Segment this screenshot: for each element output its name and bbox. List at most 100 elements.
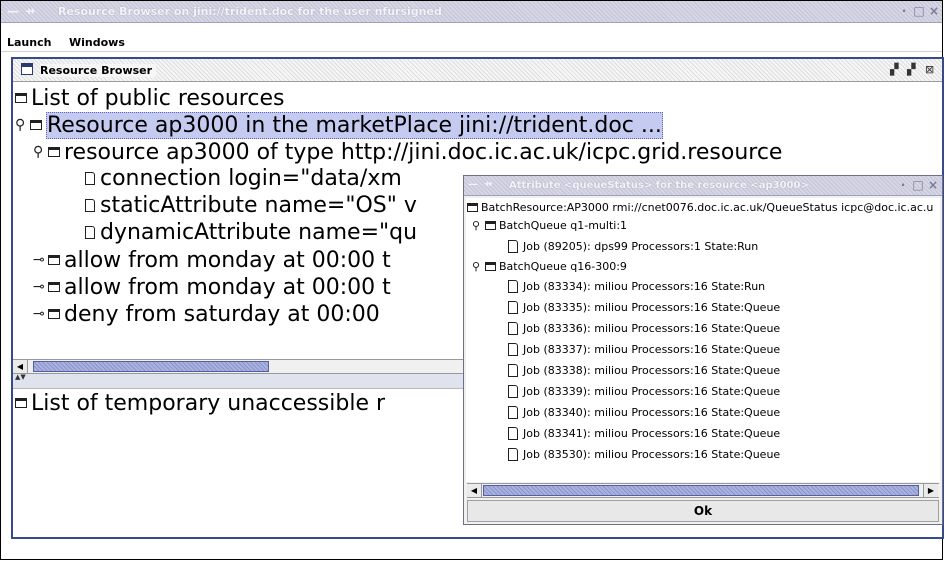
tree-node-label: List of public resources [31,86,285,111]
tree-node-queue-q16[interactable]: ⚲ BatchQueue q16-300:9 [472,260,627,274]
document-icon [508,406,518,419]
window-menu-icon[interactable]: — [7,4,19,18]
document-icon [508,322,518,335]
tree-leaf-label: Job (83337): miliou Processors:16 State:… [523,343,781,356]
tree-leaf-label: Job (83340): miliou Processors:16 State:… [523,406,781,419]
tree-leaf-connection[interactable]: connection login="data/xm [85,166,402,192]
tree-leaf-label: Job (83530): miliou Processors:16 State:… [523,448,781,461]
folder-icon [48,282,60,292]
attribute-dialog: — ⇸ Attribute <queueStatus> for the reso… [463,175,943,525]
pin-icon[interactable]: ⇸ [25,4,35,18]
tree-leaf-job[interactable]: Job (83334): miliou Processors:16 State:… [508,280,765,294]
tree-leaf-job[interactable]: Job (83335): miliou Processors:16 State:… [508,301,780,315]
document-icon [508,448,518,461]
tree-leaf-job[interactable]: Job (83338): miliou Processors:16 State:… [508,364,780,378]
scroll-thumb[interactable] [483,485,919,496]
scroll-right-arrow-icon[interactable]: ▶ [923,484,938,497]
document-icon [508,364,518,377]
attribute-horizontal-scrollbar[interactable]: ◀ ▶ [467,483,939,498]
collapsed-handle-icon[interactable]: ⊸ [33,301,45,327]
tree-node-unaccessible-resources[interactable]: List of temporary unaccessible r [15,391,385,417]
queue-status-tree: BatchResource:AP3000 rmi://cnet0076.doc.… [466,198,940,482]
tree-node-allow-2[interactable]: ⊸ allow from monday at 00:00 t [33,274,391,301]
tree-node-public-resources[interactable]: List of public resources [15,86,284,112]
document-icon [85,226,95,239]
folder-icon [30,120,42,130]
tree-leaf-label: dynamicAttribute name="qu [100,220,418,245]
attribute-dialog-title-bar[interactable]: — ⇸ Attribute <queueStatus> for the reso… [464,176,942,196]
tree-node-label: BatchQueue q16-300:9 [499,260,627,273]
tree-leaf-job[interactable]: Job (83337): miliou Processors:16 State:… [508,343,780,357]
main-title-bar[interactable]: — ⇸ Resource Browser on jini://trident.d… [1,1,942,23]
document-icon [508,240,518,253]
menu-launch[interactable]: Launch [7,36,51,49]
tree-leaf-label: Job (83335): miliou Processors:16 State:… [523,301,781,314]
folder-icon [48,309,60,319]
document-icon [508,280,518,293]
document-icon [508,343,518,356]
close-button[interactable]: × [926,177,940,193]
scroll-thumb[interactable] [33,361,269,372]
divider-arrows-icon[interactable]: ▲▼ [15,374,26,381]
expanded-handle-icon[interactable]: ⚲ [472,260,483,274]
tree-leaf-job[interactable]: Job (83336): miliou Processors:16 State:… [508,322,780,336]
main-window-title: Resource Browser on jini://trident.doc f… [58,5,442,18]
tree-leaf-job[interactable]: Job (89205): dps99 Processors:1 State:Ru… [508,240,758,254]
tree-leaf-dynamic-attribute[interactable]: dynamicAttribute name="qu [85,220,417,246]
tree-node-resource-type[interactable]: ⚲ resource ap3000 of type http://jini.doc… [33,139,782,166]
folder-icon [48,147,60,157]
tree-leaf-job[interactable]: Job (83339): miliou Processors:16 State:… [508,385,780,399]
document-icon [508,385,518,398]
tree-leaf-label: Job (89205): dps99 Processors:1 State:Ru… [523,240,759,253]
document-icon [508,301,518,314]
tree-leaf-label: Job (83334): miliou Processors:16 State:… [523,280,766,293]
restore-icon[interactable]: ▞ [907,63,915,76]
attribute-dialog-title: Attribute <queueStatus> for the resource… [509,180,809,191]
minimize-button[interactable]: · [897,3,911,19]
scroll-left-arrow-icon[interactable]: ◀ [467,484,482,497]
collapsed-handle-icon[interactable]: ⊸ [33,274,45,300]
folder-icon [485,262,496,271]
folder-icon [467,203,478,212]
tree-node-deny[interactable]: ⊸ deny from saturday at 00:00 [33,301,380,328]
maximize-button[interactable]: □ [911,177,925,193]
pin-icon[interactable]: ⇸ [484,179,492,190]
tree-leaf-job[interactable]: Job (83340): miliou Processors:16 State:… [508,406,780,420]
frame-window-icon [21,63,33,75]
tree-node-allow-1[interactable]: ⊸ allow from monday at 00:00 t [33,247,391,274]
folder-icon [48,255,60,265]
tree-node-label: Resource ap3000 in the marketPlace jini:… [46,112,663,139]
tree-node-label: resource ap3000 of type http://jini.doc.… [64,140,783,165]
expanded-handle-icon[interactable]: ⚲ [15,112,27,138]
frame-close-icon[interactable]: ⊠ [925,63,934,76]
tree-leaf-job[interactable]: Job (83530): miliou Processors:16 State:… [508,448,780,462]
folder-icon [15,398,27,408]
tree-leaf-static-attribute[interactable]: staticAttribute name="OS" v [85,193,417,219]
tree-node-label: allow from monday at 00:00 t [64,275,391,300]
tree-leaf-label: Job (83341): miliou Processors:16 State:… [523,427,781,440]
tree-node-batch-resource[interactable]: BatchResource:AP3000 rmi://cnet0076.doc.… [467,201,933,215]
minimize-button[interactable]: · [896,177,910,193]
expanded-handle-icon[interactable]: ⚲ [472,219,483,233]
tree-node-queue-q1[interactable]: ⚲ BatchQueue q1-multi:1 [472,219,627,233]
resource-browser-title: Resource Browser [40,64,157,77]
menu-bar: Launch Windows [1,23,942,52]
tree-node-label: deny from saturday at 00:00 [64,302,380,327]
tree-leaf-job[interactable]: Job (83341): miliou Processors:16 State:… [508,427,780,441]
document-icon [508,427,518,440]
tree-node-resource-ap3000[interactable]: ⚲ Resource ap3000 in the marketPlace jini… [15,112,663,139]
collapsed-handle-icon[interactable]: ⊸ [33,247,45,273]
iconify-icon[interactable]: ▞ [890,63,898,76]
tree-node-label: List of temporary unaccessible r [31,391,386,416]
window-menu-icon[interactable]: — [468,179,478,190]
resource-browser-title-bar[interactable]: Resource Browser ▞ ▞ ⊠ [13,59,942,82]
tree-node-label: BatchResource:AP3000 rmi://cnet0076.doc.… [481,201,934,214]
menu-windows[interactable]: Windows [69,36,125,49]
tree-leaf-label: Job (83338): miliou Processors:16 State:… [523,364,781,377]
tree-leaf-label: Job (83336): miliou Processors:16 State:… [523,322,781,335]
scroll-left-arrow-icon[interactable]: ◀ [13,360,28,373]
ok-button[interactable]: Ok [467,500,939,522]
expanded-handle-icon[interactable]: ⚲ [33,139,45,165]
close-button[interactable]: × [927,3,941,19]
maximize-button[interactable]: □ [912,3,926,19]
